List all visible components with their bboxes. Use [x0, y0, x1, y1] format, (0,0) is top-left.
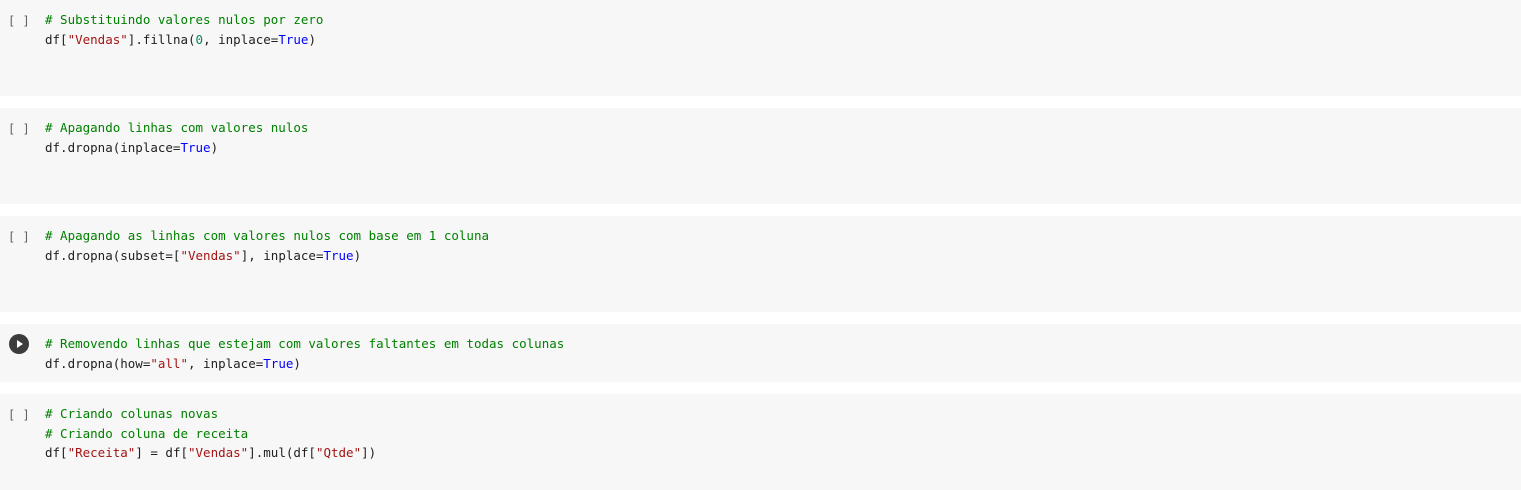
code-cell-3[interactable]: [ ] # Apagando as linhas com valores nul…: [0, 216, 1521, 312]
code-token: , inplace=: [188, 355, 264, 371]
code-cell-5[interactable]: [ ] # Criando colunas novas # Criando col…: [0, 394, 1521, 490]
code-comment: # Apagando as linhas com valores nulos c…: [45, 228, 490, 243]
code-comment: # Criando coluna de receita: [45, 425, 249, 441]
code-token: df.dropna(inplace=: [45, 139, 181, 155]
code-token: , inplace=: [203, 31, 279, 47]
code-token: ] = df[: [135, 445, 188, 460]
code-cell-4[interactable]: # Removendo linhas que estejam com valor…: [0, 324, 1521, 382]
code-line: df.dropna(subset=["Vendas"], inplace=Tru…: [45, 246, 489, 266]
code-cell-1[interactable]: [ ] # Substituindo valores nulos por zer…: [0, 0, 1521, 96]
code-string: "Vendas": [188, 445, 249, 460]
code-line: # Substituindo valores nulos por zero: [45, 10, 323, 30]
code-line: # Removendo linhas que estejam com valor…: [45, 334, 564, 354]
cell-execution-indicator[interactable]: [ ]: [8, 228, 30, 247]
code-comment: # Apagando linhas com valores nulos: [45, 120, 309, 135]
code-string: "Vendas": [67, 31, 128, 47]
code-token: df[: [45, 31, 68, 47]
code-token: ): [293, 355, 301, 371]
code-token: df.dropna(how=: [45, 355, 151, 371]
code-token: ): [308, 31, 316, 47]
cell-execution-indicator[interactable]: [ ]: [8, 120, 30, 139]
code-line: df["Receita"] = df["Vendas"].mul(df["Qtd…: [45, 443, 376, 463]
code-editor[interactable]: # Apagando linhas com valores nulos df.dr…: [45, 118, 308, 157]
code-editor[interactable]: # Criando colunas novas # Criando coluna …: [45, 404, 376, 463]
code-token: df[: [45, 445, 68, 460]
code-keyword: True: [263, 355, 294, 371]
code-token: ].mul(df[: [248, 445, 316, 460]
code-editor[interactable]: # Apagando as linhas com valores nulos c…: [45, 226, 489, 265]
code-comment: # Removendo linhas que estejam com valor…: [45, 336, 565, 351]
code-line: df.dropna(inplace=True): [45, 138, 308, 158]
code-token: ): [353, 247, 362, 263]
code-line: # Apagando linhas com valores nulos: [45, 118, 308, 138]
code-line: # Apagando as linhas com valores nulos c…: [45, 226, 489, 246]
run-cell-button[interactable]: [9, 334, 29, 354]
notebook: [ ] # Substituindo valores nulos por zer…: [0, 0, 1521, 490]
code-line: df.dropna(how="all", inplace=True): [45, 354, 564, 374]
code-token: ]): [361, 445, 377, 460]
code-cell-2[interactable]: [ ] # Apagando linhas com valores nulos d…: [0, 108, 1521, 204]
cell-execution-indicator[interactable]: [ ]: [8, 406, 30, 425]
code-comment: # Criando colunas novas: [45, 406, 219, 421]
code-editor[interactable]: # Substituindo valores nulos por zero df[…: [45, 10, 323, 49]
code-line: df["Vendas"].fillna(0, inplace=True): [45, 30, 323, 50]
code-string: "all": [150, 355, 188, 371]
cell-execution-indicator[interactable]: [ ]: [8, 12, 30, 31]
code-string: "Vendas": [180, 247, 241, 263]
code-line: # Criando coluna de receita: [45, 424, 376, 444]
code-token: df.dropna(subset=[: [45, 247, 181, 263]
code-number: 0: [195, 31, 204, 47]
code-string: "Qtde": [315, 445, 362, 460]
code-token: ], inplace=: [240, 247, 324, 263]
code-string: "Receita": [67, 445, 136, 460]
code-token: ): [210, 139, 219, 155]
code-token: ].fillna(: [127, 31, 196, 47]
code-keyword: True: [180, 139, 211, 155]
code-line: # Criando colunas novas: [45, 404, 376, 424]
code-comment: # Substituindo valores nulos por zero: [45, 12, 324, 27]
code-keyword: True: [323, 247, 354, 263]
code-editor[interactable]: # Removendo linhas que estejam com valor…: [45, 334, 564, 373]
code-keyword: True: [278, 31, 309, 47]
